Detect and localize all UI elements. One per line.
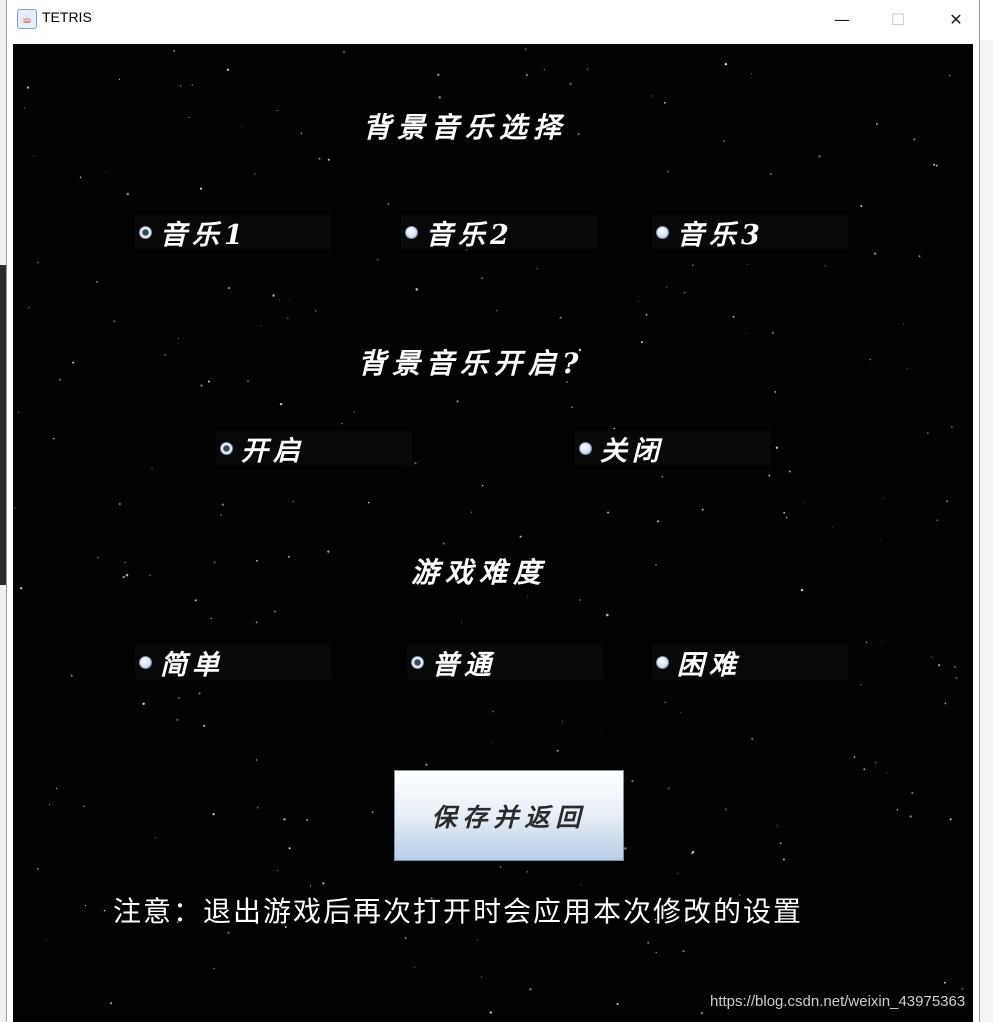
radio-label: 普通 (432, 649, 496, 681)
java-cup-icon: ☕ (17, 9, 37, 29)
radio-indicator-icon (220, 441, 233, 455)
radio-music-on[interactable]: 开启 (216, 431, 412, 467)
watermark-url: https://blog.csdn.net/weixin_43975363 (710, 993, 966, 1010)
title-bar[interactable]: ☕ TETRIS — ☐ ✕ (7, 0, 979, 38)
radio-difficulty-normal[interactable]: 普通 (407, 645, 603, 681)
radio-indicator-icon (579, 441, 592, 455)
radio-indicator-icon (411, 655, 424, 669)
radio-indicator-icon (139, 225, 152, 239)
radio-music-3[interactable]: 音乐3 (652, 215, 848, 251)
radio-difficulty-easy[interactable]: 简单 (135, 645, 331, 681)
starfield-background (14, 48, 964, 1015)
settings-notice: 注意：退出游戏后再次打开时会应用本次修改的设置 (113, 895, 804, 928)
settings-window: ☕ TETRIS — ☐ ✕ 背景音乐选择 音乐1 音乐2 音乐3 背景音乐开启… (7, 0, 979, 1022)
radio-indicator-icon (405, 225, 418, 239)
radio-indicator-icon (656, 655, 669, 669)
radio-label: 简单 (160, 649, 224, 681)
close-button[interactable]: ✕ (933, 0, 979, 38)
radio-difficulty-hard[interactable]: 困难 (652, 645, 848, 681)
radio-label: 音乐2 (426, 219, 514, 251)
music-toggle-heading: 背景音乐开启? (358, 347, 585, 380)
settings-panel: 背景音乐选择 音乐1 音乐2 音乐3 背景音乐开启? 开启 关闭 游戏难度 简单 (13, 44, 973, 1022)
radio-indicator-icon (139, 655, 152, 669)
radio-music-1[interactable]: 音乐1 (135, 215, 331, 251)
radio-music-2[interactable]: 音乐2 (401, 215, 597, 251)
radio-indicator-icon (656, 225, 669, 239)
radio-label: 关闭 (600, 435, 664, 467)
radio-label: 音乐3 (677, 219, 765, 251)
radio-label: 开启 (241, 435, 305, 467)
save-and-return-button[interactable]: 保存并返回 (394, 770, 624, 861)
music-select-heading: 背景音乐选择 (363, 111, 568, 144)
difficulty-heading: 游戏难度 (411, 556, 548, 589)
radio-label: 音乐1 (160, 219, 248, 251)
maximize-button[interactable]: ☐ (875, 0, 921, 38)
radio-music-off[interactable]: 关闭 (575, 431, 771, 467)
minimize-button[interactable]: — (819, 0, 865, 38)
radio-label: 困难 (677, 649, 741, 681)
background-app-right-strip (977, 40, 993, 1022)
window-title: TETRIS (42, 9, 92, 25)
